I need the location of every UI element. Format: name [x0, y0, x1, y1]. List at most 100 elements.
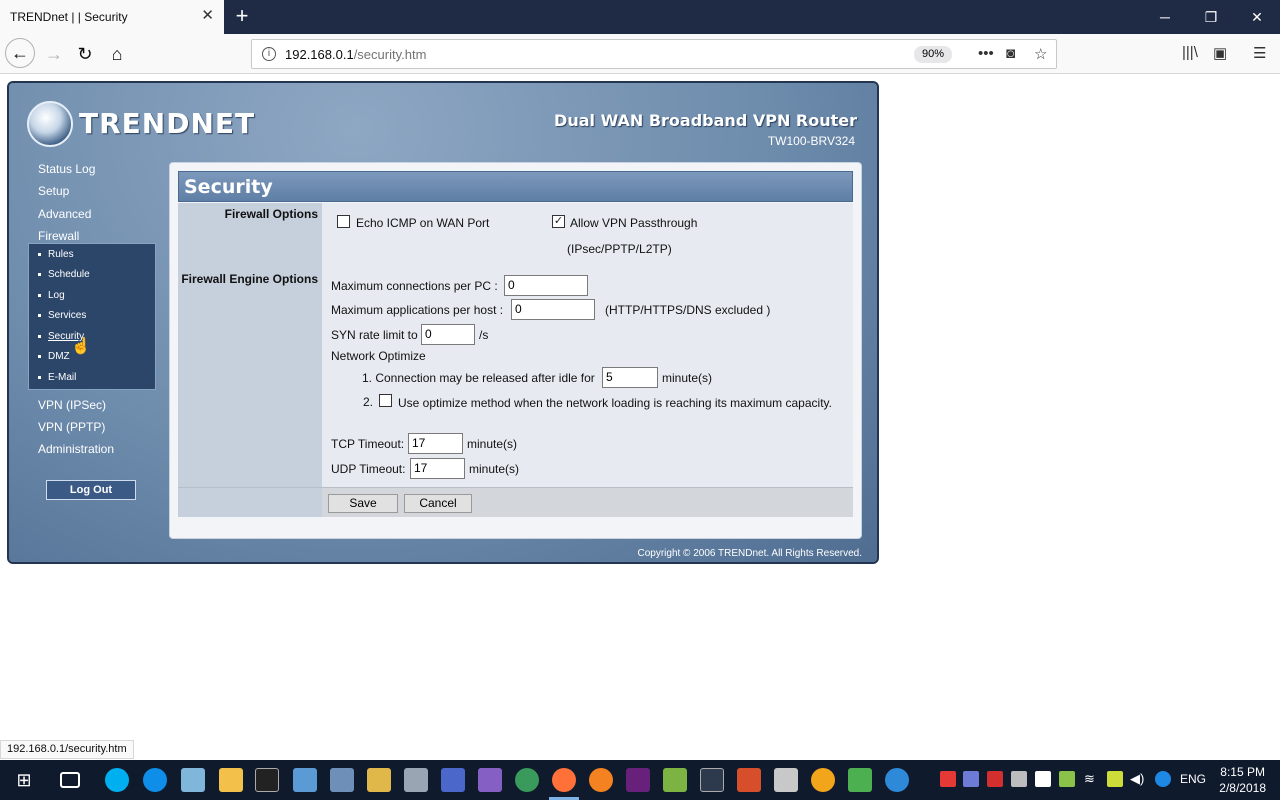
button-row-label-cell	[178, 487, 322, 517]
nav-setup[interactable]: Setup	[38, 184, 69, 198]
tray-lock-icon[interactable]	[987, 771, 1003, 787]
page-actions-icon[interactable]: •••	[978, 45, 994, 62]
app-icon-8[interactable]	[737, 768, 761, 792]
page-title: Security	[184, 176, 273, 198]
tray-shield-icon[interactable]	[1035, 771, 1051, 787]
network-optimize-label: Network Optimize	[331, 349, 426, 363]
file-explorer-icon[interactable]	[219, 768, 243, 792]
pocket-icon[interactable]: ◙	[1006, 45, 1015, 62]
tcp-timeout-input[interactable]: 17	[408, 433, 463, 454]
tray-icon-1[interactable]	[940, 771, 956, 787]
nav-firewall[interactable]: Firewall	[38, 229, 79, 243]
max-apps-note: (HTTP/HTTPS/DNS excluded )	[605, 303, 771, 317]
idle-release-input[interactable]: 5	[602, 367, 658, 388]
tray-usb-icon[interactable]	[1011, 771, 1027, 787]
menu-icon[interactable]: ☰	[1253, 44, 1266, 62]
browser-toolbar: ← → ↻ ⌂ i 192.168.0.1/security.htm 90% •…	[0, 34, 1280, 74]
sub-item-log[interactable]: Log	[38, 290, 65, 301]
wifi-icon[interactable]: ≋	[1084, 771, 1100, 787]
tray-icon-2[interactable]	[963, 771, 979, 787]
url-bar[interactable]: i 192.168.0.1/security.htm 90% ••• ◙ ☆	[251, 39, 1057, 69]
globe-app-icon[interactable]	[515, 768, 539, 792]
new-tab-icon[interactable]: +	[230, 5, 254, 29]
app-icon-12[interactable]	[885, 768, 909, 792]
logo-globe-icon	[27, 101, 73, 147]
syn-rate-input[interactable]: 0	[421, 324, 475, 345]
notes-app-icon[interactable]	[181, 768, 205, 792]
model-number: TW100-BRV324	[767, 134, 855, 148]
max-apps-input[interactable]: 0	[511, 299, 595, 320]
app-icon-2[interactable]	[330, 768, 354, 792]
sidebar-icon[interactable]: ▣	[1213, 44, 1227, 62]
tab-title: TRENDnet | | Security	[10, 10, 128, 24]
opt2-label: Use optimize method when the network loa…	[398, 396, 832, 410]
clock[interactable]: 8:15 PM 2/8/2018	[1219, 764, 1266, 796]
cancel-button[interactable]: Cancel	[404, 494, 472, 513]
bookmark-star-icon[interactable]: ☆	[1034, 45, 1047, 63]
app-icon-5[interactable]	[441, 768, 465, 792]
firewall-options-label: Firewall Options	[224, 207, 318, 221]
nav-administration[interactable]: Administration	[38, 442, 114, 456]
max-apps-label: Maximum applications per host :	[331, 303, 504, 317]
app-icon-1[interactable]	[293, 768, 317, 792]
minimize-icon[interactable]: ─	[1150, 7, 1180, 27]
zoom-badge[interactable]: 90%	[914, 46, 952, 63]
visual-studio-icon[interactable]	[478, 768, 502, 792]
nav-vpn-pptp[interactable]: VPN (PPTP)	[38, 420, 105, 434]
library-icon[interactable]: |||\	[1182, 44, 1198, 61]
tray-teamviewer-icon[interactable]	[1155, 771, 1171, 787]
app-icon-9[interactable]	[774, 768, 798, 792]
app-icon-10[interactable]	[811, 768, 835, 792]
app-icon-11[interactable]	[848, 768, 872, 792]
url-text: 192.168.0.1/security.htm	[285, 47, 427, 62]
nav-advanced[interactable]: Advanced	[38, 207, 91, 221]
reload-icon[interactable]: ↻	[71, 40, 99, 68]
sub-item-rules[interactable]: Rules	[38, 249, 74, 260]
firefox-icon[interactable]	[552, 768, 576, 792]
echo-icmp-checkbox[interactable]	[337, 215, 350, 228]
syn-unit: /s	[479, 328, 489, 342]
app-icon-7[interactable]	[700, 768, 724, 792]
taskbar: ⊞ ≋ ◀) ENG 8:15 PM 2/8/2018	[0, 760, 1280, 800]
home-icon[interactable]: ⌂	[103, 40, 131, 68]
vpn-passthrough-checkbox[interactable]: ✓	[552, 215, 565, 228]
clock-date: 2/8/2018	[1219, 781, 1266, 795]
language-indicator[interactable]: ENG	[1180, 772, 1206, 786]
content-column: Echo ICMP on WAN Port ✓ Allow VPN Passth…	[322, 203, 853, 488]
back-icon[interactable]: ←	[5, 38, 35, 68]
sub-item-dmz[interactable]: DMZ	[38, 351, 70, 362]
forward-icon[interactable]: →	[40, 40, 68, 68]
blender-icon[interactable]	[589, 768, 613, 792]
nav-vpn-ipsec[interactable]: VPN (IPSec)	[38, 398, 106, 412]
task-view-icon[interactable]	[60, 772, 80, 788]
app-icon-6[interactable]	[663, 768, 687, 792]
status-url: 192.168.0.1/security.htm	[0, 740, 134, 759]
terminal-icon[interactable]	[255, 768, 279, 792]
teamviewer-icon[interactable]	[143, 768, 167, 792]
app-icon-3[interactable]	[367, 768, 391, 792]
logout-button[interactable]: Log Out	[46, 480, 136, 500]
sub-item-schedule[interactable]: Schedule	[38, 269, 90, 280]
engine-options-label: Firewall Engine Options	[181, 272, 318, 286]
syn-label: SYN rate limit to	[331, 328, 418, 342]
sub-item-email[interactable]: E-Mail	[38, 372, 76, 383]
udp-timeout-input[interactable]: 17	[410, 458, 465, 479]
skype-icon[interactable]	[105, 768, 129, 792]
optimize-method-checkbox[interactable]	[379, 394, 392, 407]
volume-icon[interactable]: ◀)	[1130, 771, 1146, 787]
max-conn-input[interactable]: 0	[504, 275, 588, 296]
windows-start-icon[interactable]: ⊞	[12, 768, 36, 792]
sub-item-services[interactable]: Services	[38, 310, 86, 321]
tray-icon-4[interactable]	[1107, 771, 1123, 787]
max-conn-label: Maximum connections per PC :	[331, 279, 498, 293]
visual-studio-2-icon[interactable]	[626, 768, 650, 792]
app-icon-4[interactable]	[404, 768, 428, 792]
nav-status-log[interactable]: Status Log	[38, 162, 95, 176]
restore-icon[interactable]: ❐	[1196, 7, 1226, 27]
tray-icon-3[interactable]	[1059, 771, 1075, 787]
info-icon[interactable]: i	[262, 47, 276, 61]
browser-tab[interactable]: TRENDnet | | Security ✕	[0, 0, 224, 34]
tab-close-icon[interactable]: ✕	[201, 8, 214, 24]
window-close-icon[interactable]: ✕	[1242, 7, 1272, 27]
save-button[interactable]: Save	[328, 494, 398, 513]
